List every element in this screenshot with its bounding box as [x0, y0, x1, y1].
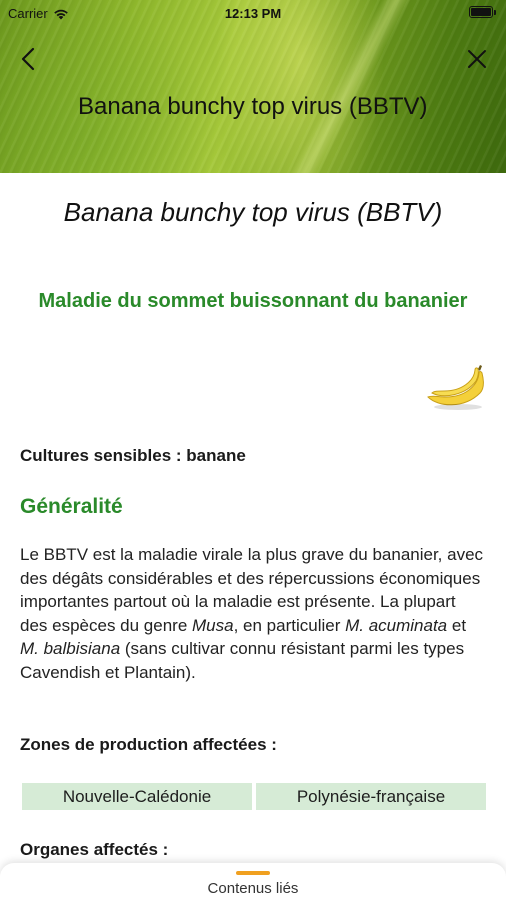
zone-chip-polynesie-francaise[interactable]: Polynésie-française [256, 783, 486, 810]
close-icon [468, 50, 486, 68]
common-name: Maladie du sommet buissonnant du bananie… [38, 290, 468, 312]
battery-icon [469, 6, 496, 18]
para-italic-musa: Musa [192, 615, 234, 635]
banana-icon [424, 363, 488, 413]
para-italic-acuminata: M. acuminata [345, 615, 448, 635]
status-bar: Carrier 12:13 PM [0, 0, 506, 26]
chevron-left-icon [21, 47, 35, 71]
para-text-3: et [447, 615, 467, 635]
scientific-name: Banana bunchy top virus (BBTV) [63, 197, 443, 227]
para-italic-balbisiana: M. balbisiana [20, 639, 121, 658]
related-content-sheet[interactable]: Contenus liés [0, 863, 506, 900]
description-paragraph: Le BBTV est la maladie virale la plus gr… [20, 543, 486, 684]
sheet-handle[interactable] [236, 871, 270, 875]
related-content-label[interactable]: Contenus liés [0, 880, 506, 897]
affected-zones-title: Zones de production affectées : [20, 735, 277, 754]
close-button[interactable] [462, 44, 492, 74]
zone-chips: Nouvelle-Calédonie Polynésie-française [22, 783, 486, 810]
disease-detail-content[interactable]: Banana bunchy top virus (BBTV) Maladie d… [0, 173, 506, 863]
susceptible-crops: Cultures sensibles : banane [20, 446, 246, 465]
section-title-generalite: Généralité [20, 495, 123, 518]
header-title: Banana bunchy top virus (BBTV) [78, 93, 428, 120]
header-banner: Carrier 12:13 PM Banana bunchy top virus… [0, 0, 506, 173]
affected-organs-title: Organes affectés : [20, 840, 169, 859]
zone-chip-nouvelle-caledonie[interactable]: Nouvelle-Calédonie [22, 783, 252, 810]
back-button[interactable] [14, 44, 44, 74]
status-time: 12:13 PM [224, 6, 282, 21]
para-text-2: , en particulier [233, 615, 346, 635]
